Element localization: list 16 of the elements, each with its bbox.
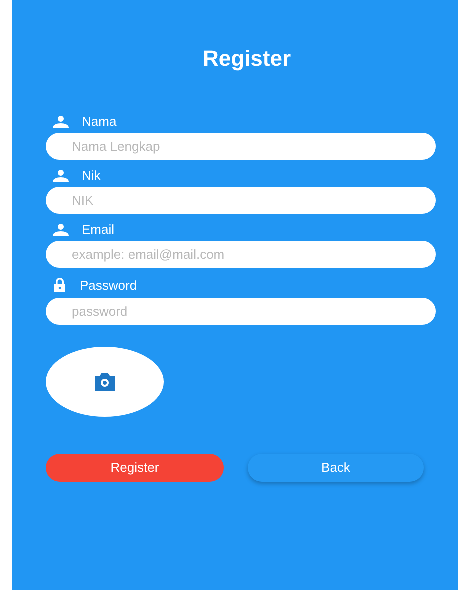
back-button[interactable]: Back — [248, 454, 424, 482]
register-button[interactable]: Register — [46, 454, 224, 482]
page-title: Register — [202, 48, 292, 70]
person-icon — [52, 170, 70, 182]
field-label: Nik — [82, 169, 101, 182]
field-label: Email — [82, 223, 115, 236]
input-field[interactable]: example: email@mail.com — [46, 241, 436, 268]
person-icon — [52, 224, 70, 236]
field-label: Password — [80, 278, 138, 292]
field-label: Nama — [82, 115, 117, 128]
camera-icon — [93, 373, 117, 391]
person-icon — [52, 116, 70, 128]
input-field[interactable]: password — [46, 298, 436, 325]
input-field[interactable]: NIK — [46, 187, 436, 214]
lock-icon — [52, 277, 68, 293]
input-field[interactable]: Nama Lengkap — [46, 133, 436, 160]
